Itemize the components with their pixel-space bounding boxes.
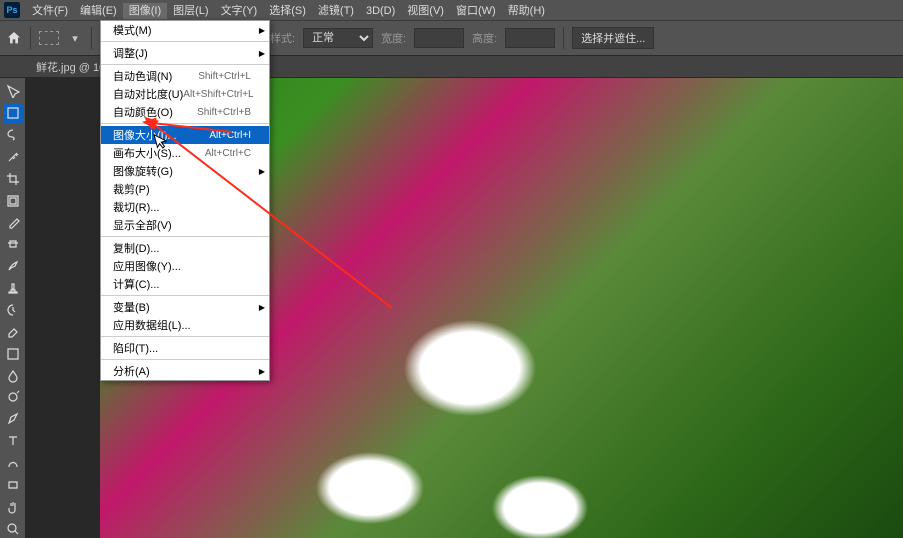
type-tool[interactable] <box>3 432 23 451</box>
menu-dd[interactable]: 3D(D) <box>360 3 401 19</box>
menu-item-自动色调N[interactable]: 自动色调(N)Shift+Ctrl+L <box>101 67 269 85</box>
wand-tool[interactable] <box>3 148 23 167</box>
menu-item-模式M[interactable]: 模式(M)▶ <box>101 21 269 39</box>
style-label: 样式: <box>270 30 295 46</box>
home-icon[interactable] <box>6 30 22 46</box>
menu-item-应用图像Y[interactable]: 应用图像(Y)... <box>101 257 269 275</box>
menu-y[interactable]: 文字(Y) <box>215 3 264 19</box>
height-label: 高度: <box>472 30 497 46</box>
menu-item-调整J[interactable]: 调整(J)▶ <box>101 44 269 62</box>
marquee-tool[interactable] <box>3 104 23 123</box>
menu-item-自动对比度U[interactable]: 自动对比度(U)Alt+Shift+Ctrl+L <box>101 85 269 103</box>
menu-e[interactable]: 编辑(E) <box>74 3 123 19</box>
patch-tool[interactable] <box>3 235 23 254</box>
menu-w[interactable]: 窗口(W) <box>450 3 502 19</box>
menu-bar: Ps 文件(F)编辑(E)图像(I)图层(L)文字(Y)选择(S)滤镜(T)3D… <box>0 0 903 20</box>
dropdown-icon[interactable]: ▾ <box>67 32 83 44</box>
menu-item-应用数据组L[interactable]: 应用数据组(L)... <box>101 316 269 334</box>
marquee-indicator-icon[interactable] <box>39 31 59 45</box>
select-and-mask-button[interactable]: 选择并遮住... <box>572 27 654 49</box>
menu-item-裁切R[interactable]: 裁切(R)... <box>101 198 269 216</box>
history-tool[interactable] <box>3 301 23 320</box>
stamp-tool[interactable] <box>3 279 23 298</box>
menu-v[interactable]: 视图(V) <box>401 3 450 19</box>
lasso-tool[interactable] <box>3 126 23 145</box>
width-label: 宽度: <box>381 30 406 46</box>
menu-item-画布大小S[interactable]: 画布大小(S)...Alt+Ctrl+C <box>101 144 269 162</box>
menu-l[interactable]: 图层(L) <box>167 3 214 19</box>
menu-item-陷印T[interactable]: 陷印(T)... <box>101 339 269 357</box>
frame-tool[interactable] <box>3 191 23 210</box>
rect-tool[interactable] <box>3 475 23 494</box>
zoom-tool[interactable] <box>3 519 23 538</box>
gradient-tool[interactable] <box>3 344 23 363</box>
image-menu-dropdown: 模式(M)▶ 调整(J)▶ 自动色调(N)Shift+Ctrl+L自动对比度(U)A… <box>100 20 270 381</box>
move-tool[interactable] <box>3 82 23 101</box>
width-input[interactable] <box>414 28 464 48</box>
brush-tool[interactable] <box>3 257 23 276</box>
eyedrop-tool[interactable] <box>3 213 23 232</box>
pen-tool[interactable] <box>3 410 23 429</box>
path-tool[interactable] <box>3 454 23 473</box>
menu-item-变量B[interactable]: 变量(B)▶ <box>101 298 269 316</box>
menu-f[interactable]: 文件(F) <box>26 3 74 19</box>
menu-item-计算C[interactable]: 计算(C)... <box>101 275 269 293</box>
hand-tool[interactable] <box>3 497 23 516</box>
menu-item-显示全部V[interactable]: 显示全部(V) <box>101 216 269 234</box>
menu-t[interactable]: 滤镜(T) <box>312 3 360 19</box>
menu-item-自动颜色O[interactable]: 自动颜色(O)Shift+Ctrl+B <box>101 103 269 121</box>
menu-item-分析A[interactable]: 分析(A)▶ <box>101 362 269 380</box>
tools-panel <box>0 78 26 538</box>
menu-item-裁剪P[interactable]: 裁剪(P) <box>101 180 269 198</box>
menu-item-复制D[interactable]: 复制(D)... <box>101 239 269 257</box>
menu-h[interactable]: 帮助(H) <box>502 3 551 19</box>
dodge-tool[interactable] <box>3 388 23 407</box>
menu-s[interactable]: 选择(S) <box>263 3 312 19</box>
menu-item-图像大小I[interactable]: 图像大小(I)...Alt+Ctrl+I <box>101 126 269 144</box>
app-logo: Ps <box>4 2 20 18</box>
menu-item-图像旋转G[interactable]: 图像旋转(G)▶ <box>101 162 269 180</box>
menu-i[interactable]: 图像(I) <box>123 3 167 19</box>
height-input[interactable] <box>505 28 555 48</box>
eraser-tool[interactable] <box>3 322 23 341</box>
crop-tool[interactable] <box>3 169 23 188</box>
blur-tool[interactable] <box>3 366 23 385</box>
style-select[interactable]: 正常 <box>303 28 373 48</box>
